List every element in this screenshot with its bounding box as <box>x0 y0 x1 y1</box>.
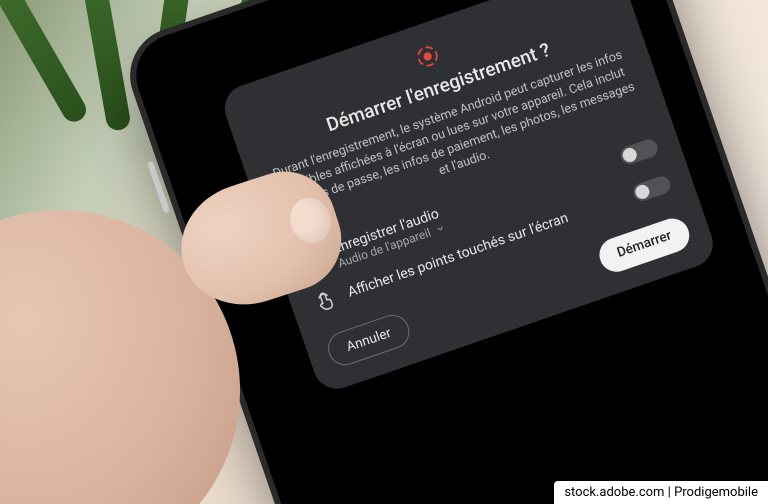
record-icon <box>414 42 442 70</box>
record-audio-toggle[interactable] <box>618 137 660 166</box>
chevron-down-icon <box>434 222 447 235</box>
start-button[interactable]: Démarrer <box>595 213 694 275</box>
photo-scene: Démarrer l'enregistrement ? Durant l'enr… <box>0 0 768 504</box>
screen-record-dialog: Démarrer l'enregistrement ? Durant l'enr… <box>218 0 719 395</box>
touch-icon <box>311 288 338 314</box>
microphone-icon <box>298 251 325 277</box>
show-touches-toggle[interactable] <box>631 173 673 202</box>
image-credit: stock.adobe.com | Prodigemobile <box>554 481 768 504</box>
cancel-button[interactable]: Annuler <box>323 310 414 370</box>
phone-frame: Démarrer l'enregistrement ? Durant l'enr… <box>117 0 768 504</box>
